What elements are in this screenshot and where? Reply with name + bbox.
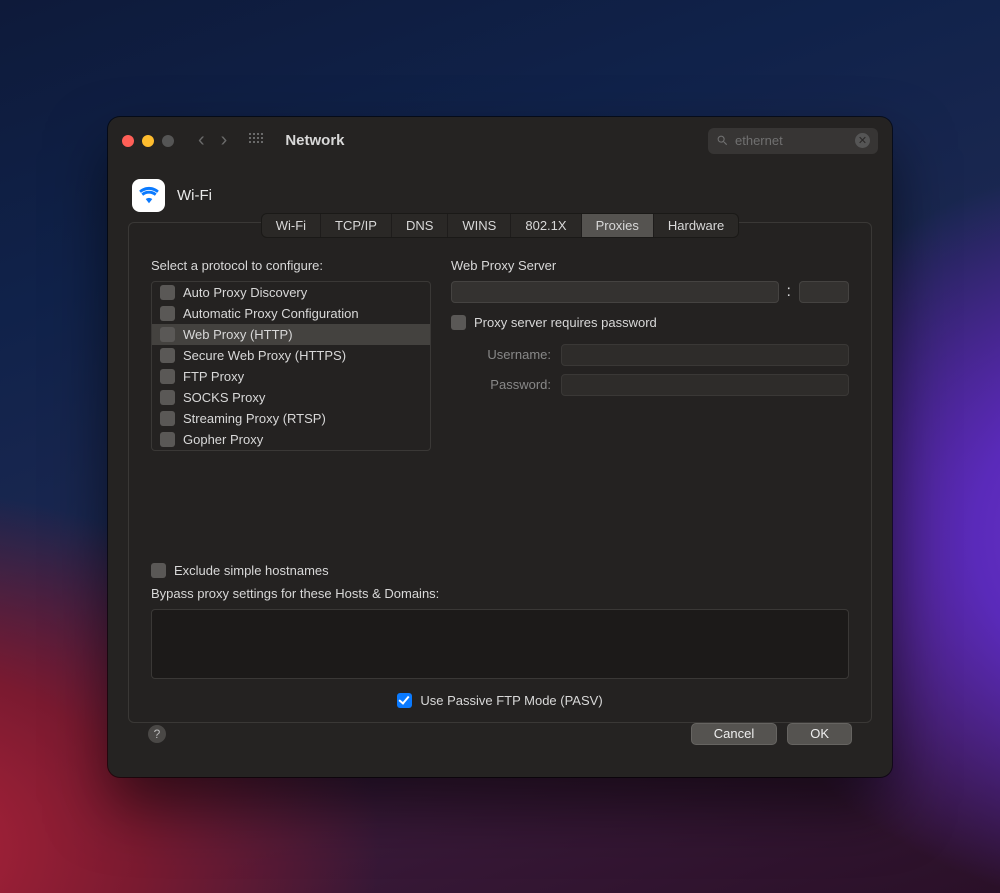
checkbox[interactable] — [160, 411, 175, 426]
pasv-row[interactable]: Use Passive FTP Mode (PASV) — [151, 693, 849, 708]
wifi-icon — [132, 179, 165, 212]
protocol-label: Auto Proxy Discovery — [183, 285, 307, 300]
window-title: Network — [285, 132, 344, 149]
titlebar: ‹ › Network ethernet ✕ — [108, 117, 892, 165]
proxy-port-input[interactable] — [799, 281, 849, 303]
checkbox[interactable] — [160, 327, 175, 342]
settings-panel: Wi-Fi TCP/IP DNS WINS 802.1X Proxies Har… — [128, 222, 872, 723]
tab-wins[interactable]: WINS — [448, 214, 511, 237]
checkbox[interactable] — [160, 285, 175, 300]
protocol-item-gopher-proxy[interactable]: Gopher Proxy — [152, 429, 430, 450]
tab-hardware[interactable]: Hardware — [654, 214, 738, 237]
protocol-label: Streaming Proxy (RTSP) — [183, 411, 326, 426]
network-proxies-window: ‹ › Network ethernet ✕ Wi-Fi Wi-Fi TCP/I… — [108, 117, 892, 777]
protocol-label: Web Proxy (HTTP) — [183, 327, 293, 342]
protocol-label: SOCKS Proxy — [183, 390, 265, 405]
clear-search-icon[interactable]: ✕ — [855, 133, 870, 148]
requires-password-checkbox[interactable] — [451, 315, 466, 330]
pasv-checkbox[interactable] — [397, 693, 412, 708]
nav-back-icon[interactable]: ‹ — [194, 129, 209, 152]
tab-dns[interactable]: DNS — [392, 214, 448, 237]
protocol-select-label: Select a protocol to configure: — [151, 258, 431, 273]
traffic-lights — [122, 135, 174, 147]
protocol-item-ftp-proxy[interactable]: FTP Proxy — [152, 366, 430, 387]
checkbox[interactable] — [160, 306, 175, 321]
tab-bar: Wi-Fi TCP/IP DNS WINS 802.1X Proxies Har… — [261, 213, 740, 238]
proxy-server-label: Web Proxy Server — [451, 258, 849, 273]
checkbox[interactable] — [160, 390, 175, 405]
all-prefs-icon[interactable] — [249, 133, 265, 149]
tab-8021x[interactable]: 802.1X — [511, 214, 581, 237]
search-field[interactable]: ethernet ✕ — [708, 128, 878, 154]
cancel-button[interactable]: Cancel — [691, 723, 777, 745]
protocol-item-secure-web-proxy[interactable]: Secure Web Proxy (HTTPS) — [152, 345, 430, 366]
checkbox[interactable] — [160, 348, 175, 363]
tab-tcpip[interactable]: TCP/IP — [321, 214, 392, 237]
pasv-label: Use Passive FTP Mode (PASV) — [420, 693, 602, 708]
interface-name: Wi-Fi — [177, 187, 212, 204]
exclude-hostnames-checkbox[interactable] — [151, 563, 166, 578]
proxy-host-input[interactable] — [451, 281, 779, 303]
password-label: Password: — [451, 377, 551, 392]
username-input[interactable] — [561, 344, 849, 366]
nav-forward-icon: › — [217, 129, 232, 152]
protocol-item-socks-proxy[interactable]: SOCKS Proxy — [152, 387, 430, 408]
ok-button[interactable]: OK — [787, 723, 852, 745]
protocol-label: FTP Proxy — [183, 369, 244, 384]
minimize-window-icon[interactable] — [142, 135, 154, 147]
tab-wifi[interactable]: Wi-Fi — [262, 214, 321, 237]
dialog-footer: ? Cancel OK — [128, 723, 872, 761]
password-input[interactable] — [561, 374, 849, 396]
host-port-separator: : — [787, 283, 791, 301]
protocol-item-auto-config[interactable]: Automatic Proxy Configuration — [152, 303, 430, 324]
requires-password-row[interactable]: Proxy server requires password — [451, 315, 849, 330]
close-window-icon[interactable] — [122, 135, 134, 147]
zoom-window-icon — [162, 135, 174, 147]
protocol-label: Automatic Proxy Configuration — [183, 306, 359, 321]
checkbox[interactable] — [160, 432, 175, 447]
protocol-list: Auto Proxy Discovery Automatic Proxy Con… — [151, 281, 431, 451]
search-text: ethernet — [735, 133, 783, 148]
requires-password-label: Proxy server requires password — [474, 315, 657, 330]
help-icon[interactable]: ? — [148, 725, 166, 743]
protocol-label: Gopher Proxy — [183, 432, 263, 447]
tab-proxies[interactable]: Proxies — [582, 214, 654, 237]
username-label: Username: — [451, 347, 551, 362]
protocol-label: Secure Web Proxy (HTTPS) — [183, 348, 346, 363]
bypass-label: Bypass proxy settings for these Hosts & … — [151, 586, 849, 601]
protocol-item-web-proxy[interactable]: Web Proxy (HTTP) — [152, 324, 430, 345]
exclude-hostnames-row[interactable]: Exclude simple hostnames — [151, 563, 849, 578]
protocol-item-streaming-proxy[interactable]: Streaming Proxy (RTSP) — [152, 408, 430, 429]
checkbox[interactable] — [160, 369, 175, 384]
interface-header: Wi-Fi — [128, 179, 872, 212]
search-icon — [716, 134, 729, 147]
bypass-hosts-textarea[interactable] — [151, 609, 849, 679]
protocol-item-auto-discovery[interactable]: Auto Proxy Discovery — [152, 282, 430, 303]
exclude-hostnames-label: Exclude simple hostnames — [174, 563, 329, 578]
